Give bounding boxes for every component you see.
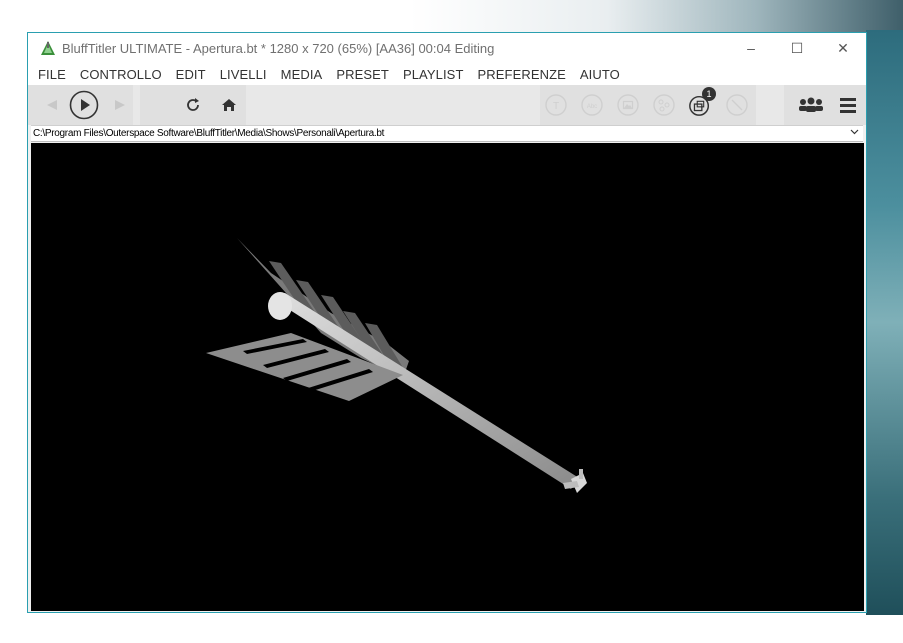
menu-edit[interactable]: EDIT [176, 67, 206, 82]
menu-media[interactable]: MEDIA [281, 67, 323, 82]
toolbar: T Abc 1 [28, 85, 866, 125]
layer-types-group: T Abc 1 [540, 85, 756, 125]
blufftitler-logo-icon [40, 40, 56, 56]
menu-playlist[interactable]: PLAYLIST [403, 67, 464, 82]
arrow-shaft [271, 293, 579, 489]
desktop-wallpaper-top [410, 0, 903, 34]
file-path-combobox[interactable]: C:\Program Files\Outerspace Software\Blu… [31, 125, 863, 142]
playback-group [28, 85, 133, 125]
arrow-nock [268, 292, 292, 320]
refresh-icon[interactable] [181, 93, 205, 117]
hamburger-menu-icon[interactable] [836, 93, 860, 117]
menu-aiuto[interactable]: AIUTO [580, 67, 620, 82]
edit-group [140, 85, 246, 125]
maximize-button[interactable]: ☐ [774, 33, 820, 63]
menu-controllo[interactable]: CONTROLLO [80, 67, 162, 82]
menu-bar: FILE CONTROLLO EDIT LIVELLI MEDIA PRESET… [28, 63, 866, 85]
layers-count: 1 [706, 89, 712, 99]
menu-preferenze[interactable]: PREFERENZE [478, 67, 566, 82]
title-bar[interactable]: BluffTitler ULTIMATE - Apertura.bt * 128… [28, 33, 866, 63]
home-icon[interactable] [217, 93, 241, 117]
image-layer-icon[interactable] [616, 93, 640, 117]
play-button[interactable] [69, 90, 99, 120]
app-window: BluffTitler ULTIMATE - Apertura.bt * 128… [27, 32, 867, 613]
next-icon[interactable] [108, 93, 132, 117]
users-icon[interactable] [796, 93, 826, 117]
file-path-value: C:\Program Files\Outerspace Software\Blu… [33, 128, 385, 139]
close-button[interactable]: ✕ [820, 33, 866, 63]
preview-viewport[interactable] [31, 143, 864, 611]
previous-icon[interactable] [40, 93, 64, 117]
menu-livelli[interactable]: LIVELLI [220, 67, 267, 82]
layers-count-badge: 1 [702, 87, 716, 101]
menu-preset[interactable]: PRESET [336, 67, 389, 82]
abc-layer-icon[interactable]: Abc [580, 93, 604, 117]
desktop-wallpaper-right [866, 30, 903, 615]
disabled-tool-icon[interactable] [725, 93, 749, 117]
svg-text:Abc: Abc [587, 104, 597, 110]
menu-file[interactable]: FILE [38, 67, 66, 82]
minimize-button[interactable]: – [728, 33, 774, 63]
svg-text:T: T [553, 101, 559, 112]
arrow-render [206, 238, 587, 493]
chevron-down-icon[interactable] [850, 127, 859, 139]
text-layer-icon[interactable]: T [544, 93, 568, 117]
window-title: BluffTitler ULTIMATE - Apertura.bt * 128… [62, 40, 495, 56]
particles-layer-icon[interactable] [652, 93, 676, 117]
view-group [784, 85, 866, 125]
